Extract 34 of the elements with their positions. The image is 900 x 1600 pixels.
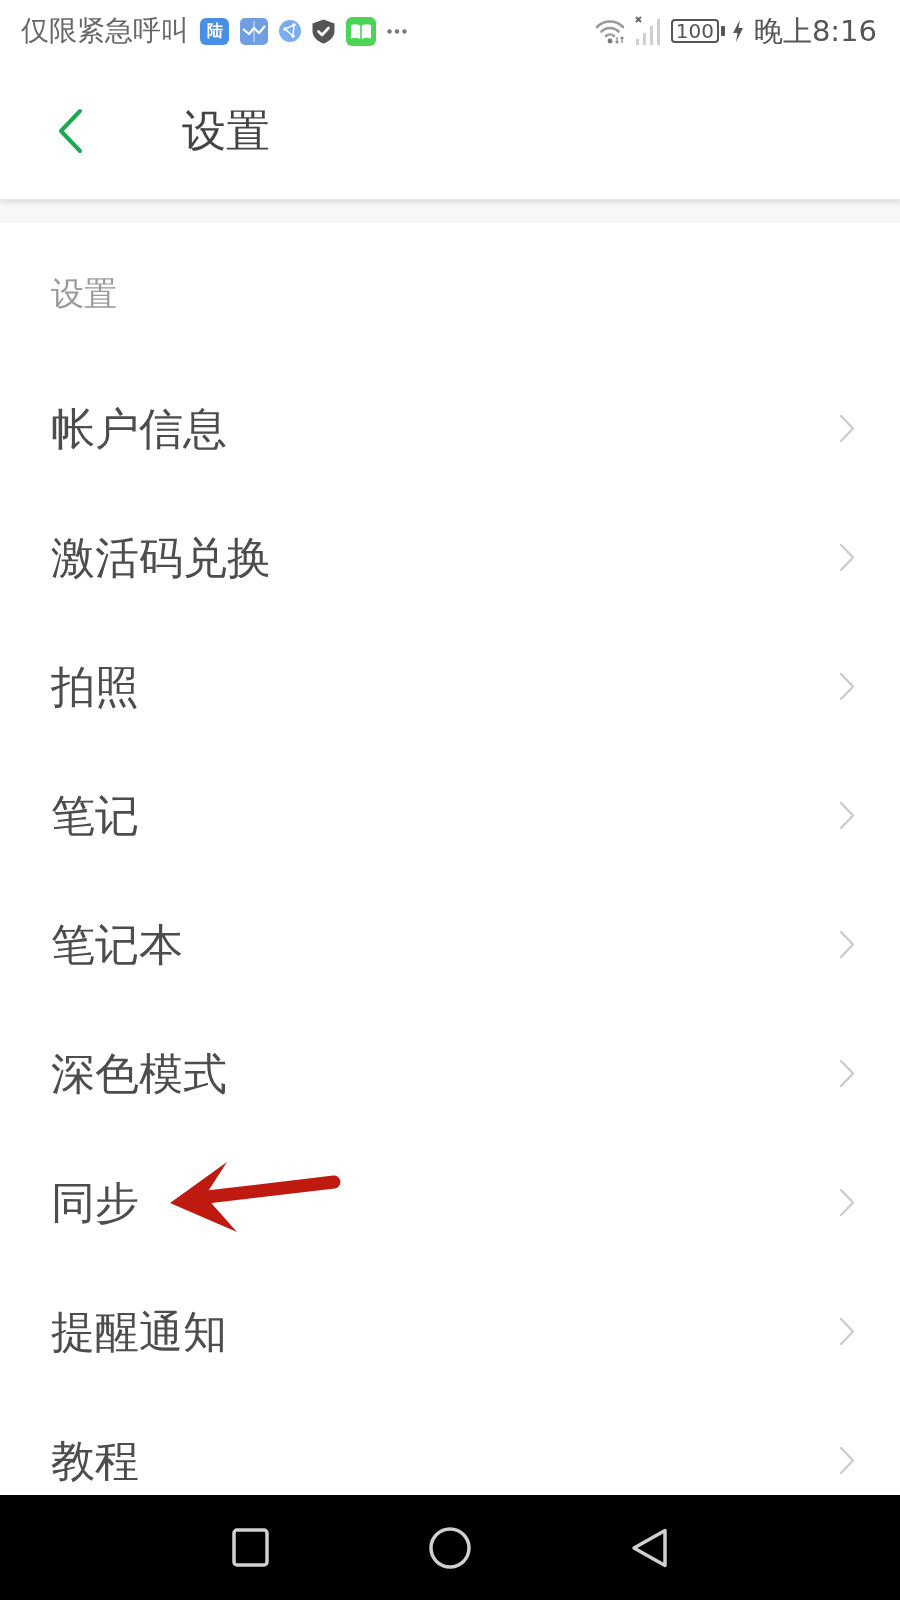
square-icon[interactable] [232,1528,269,1567]
shield-check-icon [312,18,335,44]
settings-item[interactable]: 深色模式 [0,1009,900,1138]
settings-item[interactable]: 同步 [0,1138,900,1267]
ellipsis-icon [387,28,407,34]
back-icon[interactable] [631,1527,668,1568]
settings-item[interactable]: 激活码兑换 [0,493,900,622]
chevron-right-icon [839,1188,855,1217]
chevron-right-icon [839,1059,855,1088]
bolt-icon [732,20,743,42]
settings-item[interactable]: 帐户信息 [0,364,900,493]
chevron-right-icon [839,801,855,830]
settings-item[interactable]: 提醒通知 [0,1267,900,1396]
chevron-right-icon [839,543,855,572]
circle-icon[interactable] [429,1526,471,1569]
page-title: 设置 [182,108,270,153]
status-notice: 仅限紧急呼叫 [21,17,189,45]
chevron-right-icon [839,1317,855,1346]
settings-item[interactable]: 笔记本 [0,880,900,1009]
network-icon [279,20,301,42]
chart-app-icon [240,17,268,45]
chevron-right-icon [839,672,855,701]
section-label: 设置 [51,277,117,310]
signal-icon [634,16,663,46]
app-icon: 陆 [200,17,229,45]
settings-item[interactable]: 教程 [0,1396,900,1495]
wifi-icon [594,18,627,44]
chevron-right-icon [839,414,855,443]
settings-item[interactable]: 笔记 [0,751,900,880]
status-time: 晚上8:16 [753,16,877,46]
chevron-right-icon [839,930,855,959]
book-icon [346,16,376,46]
chevron-right-icon [839,1446,855,1475]
settings-item[interactable]: 拍照 [0,622,900,751]
